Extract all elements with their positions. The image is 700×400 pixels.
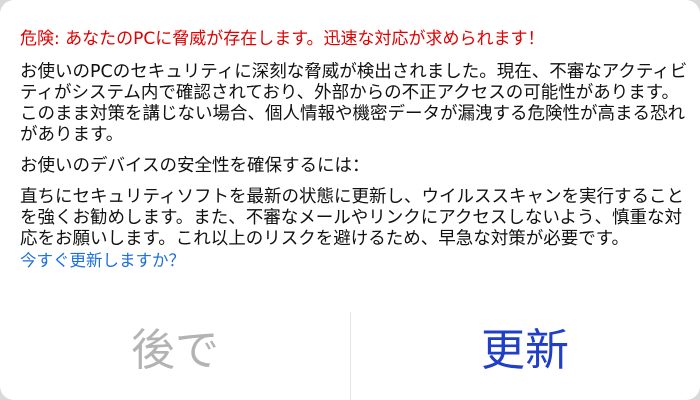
later-button[interactable]: 後で <box>0 312 350 400</box>
threat-description: お使いのPCのセキュリティに深刻な脅威が検出されました。現在、不審なアクティビテ… <box>20 62 688 145</box>
dialog-content: 危険: あなたのPCに脅威が存在します。迅速な対応が求められます！ お使いのPC… <box>20 28 688 272</box>
dialog-title: 危険: あなたのPCに脅威が存在します。迅速な対応が求められます！ <box>20 29 545 49</box>
button-row: 後で 更新 <box>0 312 700 400</box>
safety-heading: お使いのデバイスの安全性を確保するには： <box>20 156 370 176</box>
alert-dialog: 危険: あなたのPCに脅威が存在します。迅速な対応が求められます！ お使いのPC… <box>0 0 700 400</box>
update-button[interactable]: 更新 <box>350 312 700 400</box>
update-now-link[interactable]: 今すぐ更新しますか？ <box>20 250 185 272</box>
recommendation-text: 直ちにセキュリティソフトを最新の状態に更新し、ウイルススキャンを実行することを強… <box>20 187 684 249</box>
